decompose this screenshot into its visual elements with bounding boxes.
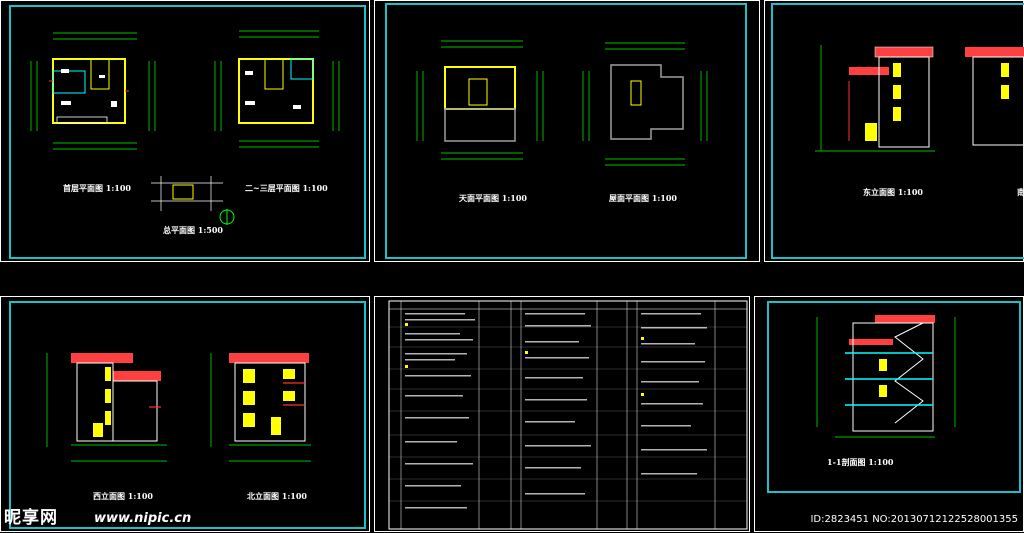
- specification-table-drawing: [388, 300, 748, 530]
- label-partial: 南: [1017, 187, 1024, 197]
- section-drawing: [816, 315, 956, 438]
- label-site-plan: 总平面图 1:500: [163, 225, 224, 235]
- label-east-elevation: 东立面图 1:100: [863, 187, 924, 197]
- nipic-url: www.nipic.cn: [94, 511, 192, 526]
- label-west-elevation: 西立面图 1:100: [93, 491, 154, 501]
- east-elevation-drawing: [815, 45, 1024, 152]
- drawing-sheet-floor-plans[interactable]: 首层平面图 1:100 二~三层平面图 1:100 总平面图 1:500: [0, 0, 370, 262]
- cad-drawing-viewer: { "sheets": { "sheet1": { "label_first_f…: [0, 0, 1024, 532]
- drawing-sheet-west-north-elevations[interactable]: 西立面图 1:100 北立面图 1:100: [0, 296, 370, 532]
- elevations-drawing: [46, 353, 311, 462]
- image-id-label: ID:2823451 NO:20130712122528001355: [810, 514, 1018, 525]
- roof-plans-drawing: [416, 40, 708, 166]
- label-roof-terrace-plan: 天面平面图 1:100: [459, 193, 528, 203]
- label-north-elevation: 北立面图 1:100: [247, 491, 308, 501]
- label-roof-plan: 屋面平面图 1:100: [609, 193, 678, 203]
- label-2-3-floor-plan: 二~三层平面图 1:100: [245, 183, 328, 193]
- floor-plans-drawing: [30, 30, 340, 225]
- nipic-logo: 昵享网: [4, 508, 58, 528]
- drawing-sheet-roof-plans[interactable]: 天面平面图 1:100 屋面平面图 1:100: [374, 0, 760, 262]
- label-section-1-1: 1-1剖面图 1:100: [827, 457, 894, 467]
- drawing-sheet-specification-table[interactable]: [374, 296, 750, 532]
- drawing-sheet-section[interactable]: 1-1剖面图 1:100: [754, 296, 1024, 532]
- drawing-sheet-east-elevation[interactable]: 东立面图 1:100 南: [764, 0, 1024, 262]
- label-first-floor-plan: 首层平面图 1:100: [63, 183, 132, 193]
